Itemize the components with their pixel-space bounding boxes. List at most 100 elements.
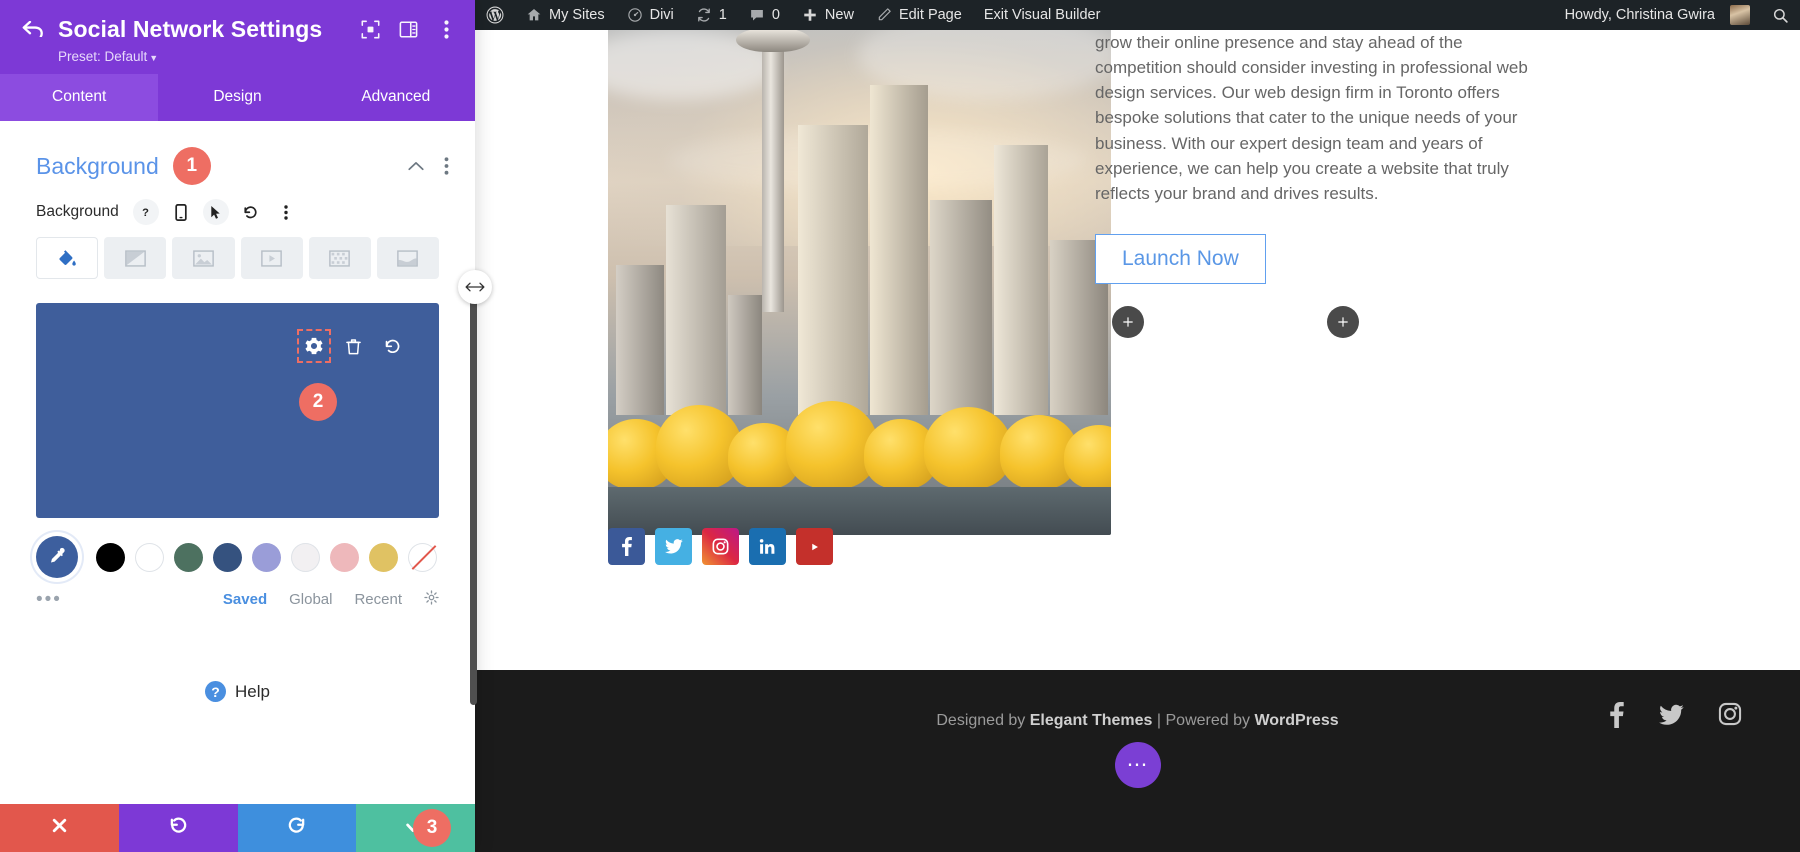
footer-social-row — [1609, 702, 1742, 735]
gear-icon[interactable] — [424, 590, 439, 609]
chevron-down-icon: ▼ — [149, 53, 158, 63]
autumn-tree-row — [608, 384, 1111, 489]
tab-design[interactable]: Design — [158, 74, 316, 121]
delete-trash-icon[interactable] — [342, 335, 364, 357]
launch-now-button[interactable]: Launch Now — [1095, 234, 1266, 284]
facebook-button[interactable] — [608, 528, 645, 565]
adminbar-item-divi[interactable]: Divi — [616, 0, 685, 30]
swatch-transparent[interactable] — [408, 543, 437, 572]
swatch-tab-saved[interactable]: Saved — [223, 591, 267, 608]
pattern-icon[interactable] — [309, 237, 371, 279]
svg-text:?: ? — [142, 207, 149, 219]
avatar — [1730, 5, 1750, 25]
footer-credit-mid: Powered by — [1166, 712, 1255, 729]
layout-columns-icon[interactable] — [397, 18, 419, 40]
dashboard-speedometer-icon — [627, 7, 643, 23]
color-swatch-row — [0, 518, 475, 578]
background-section-header[interactable]: Background 1 — [0, 121, 475, 193]
twitter-button[interactable] — [655, 528, 692, 565]
adminbar-label-updates-count: 1 — [719, 7, 727, 23]
social-follow-row — [608, 528, 833, 565]
preset-selector[interactable]: Preset: Default▼ — [58, 49, 457, 64]
mask-icon[interactable] — [377, 237, 439, 279]
video-icon[interactable] — [241, 237, 303, 279]
adminbar-search-button[interactable] — [1761, 0, 1800, 30]
divi-menu-fab[interactable]: ⋯ — [1115, 742, 1161, 788]
redo-button[interactable] — [238, 804, 357, 852]
building-4 — [798, 125, 868, 415]
swatch-gold[interactable] — [369, 543, 398, 572]
help-label: Help — [235, 682, 270, 702]
add-module-right-button[interactable] — [1327, 306, 1359, 338]
settings-gear-icon[interactable] — [303, 335, 325, 357]
paint-bucket-icon[interactable] — [36, 237, 98, 279]
preset-label: Preset: Default — [58, 49, 147, 64]
tab-advanced[interactable]: Advanced — [317, 74, 475, 121]
horizontal-resize-icon[interactable] — [458, 270, 492, 304]
footer-twitter-icon[interactable] — [1659, 702, 1684, 735]
help-row[interactable]: ? Help — [0, 681, 475, 702]
instagram-button[interactable] — [702, 528, 739, 565]
focus-icon[interactable] — [359, 18, 381, 40]
reset-undo-icon[interactable] — [381, 335, 403, 357]
adminbar-item-exit-visual-builder[interactable]: Exit Visual Builder — [973, 0, 1112, 30]
redo-icon — [287, 816, 306, 841]
plus-icon — [802, 7, 818, 23]
adminbar-account-menu[interactable]: Howdy, Christina Gwira — [1554, 0, 1761, 30]
footer-instagram-icon[interactable] — [1718, 702, 1742, 735]
gradient-icon[interactable] — [104, 237, 166, 279]
swatch-tab-global[interactable]: Global — [289, 591, 332, 608]
adminbar-label-my-sites: My Sites — [549, 7, 605, 23]
eyedropper-active-swatch[interactable] — [36, 536, 78, 578]
adminbar-item-new[interactable]: New — [791, 0, 865, 30]
search-icon — [1772, 7, 1789, 24]
swatch-green[interactable] — [174, 543, 203, 572]
adminbar-item-comments[interactable]: 0 — [738, 0, 791, 30]
youtube-button[interactable] — [796, 528, 833, 565]
section-kebab-menu-icon[interactable] — [444, 157, 449, 175]
panel-resize-track[interactable] — [470, 275, 477, 705]
footer-brand-wordpress[interactable]: WordPress — [1254, 712, 1338, 729]
swatch-tab-recent[interactable]: Recent — [354, 591, 402, 608]
footer-credit-prefix: Designed by — [936, 712, 1029, 729]
cn-tower-pod — [736, 30, 810, 52]
panel-tabs: Content Design Advanced — [0, 74, 475, 121]
footer-facebook-icon[interactable] — [1609, 702, 1625, 735]
building-5 — [870, 85, 928, 415]
tab-content[interactable]: Content — [0, 74, 158, 121]
back-arrow-icon[interactable] — [18, 14, 48, 44]
close-x-icon — [51, 817, 68, 840]
text-column: grow their online presence and stay ahea… — [1095, 30, 1535, 284]
swatch-navy[interactable] — [213, 543, 242, 572]
swatch-black[interactable] — [96, 543, 125, 572]
section-title-background: Background — [36, 153, 159, 180]
more-swatches-dots[interactable]: ••• — [36, 595, 62, 605]
swatch-off-white[interactable] — [291, 543, 320, 572]
field-kebab-menu-icon[interactable] — [273, 199, 299, 225]
kebab-menu-icon[interactable] — [435, 18, 457, 40]
reset-undo-icon[interactable] — [238, 199, 264, 225]
adminbar-label-exit-visual-builder: Exit Visual Builder — [984, 7, 1101, 23]
adminbar-item-edit-page[interactable]: Edit Page — [865, 0, 973, 30]
add-module-left-button[interactable] — [1112, 306, 1144, 338]
linkedin-button[interactable] — [749, 528, 786, 565]
cancel-button[interactable] — [0, 804, 119, 852]
adminbar-item-updates[interactable]: 1 — [685, 0, 738, 30]
pencil-edit-icon — [876, 7, 892, 23]
swatch-periwinkle[interactable] — [252, 543, 281, 572]
image-icon[interactable] — [172, 237, 234, 279]
site-footer: Designed by Elegant Themes | Powered by … — [475, 670, 1800, 852]
undo-button[interactable] — [119, 804, 238, 852]
chevron-up-icon[interactable] — [408, 158, 424, 175]
swatch-pink[interactable] — [330, 543, 359, 572]
footer-brand-elegant-themes[interactable]: Elegant Themes — [1030, 712, 1153, 729]
adminbar-wordpress-logo[interactable] — [475, 0, 515, 30]
background-color-preview[interactable]: 2 — [36, 303, 439, 518]
hover-cursor-icon[interactable] — [203, 199, 229, 225]
adminbar-label-divi: Divi — [650, 7, 674, 23]
swatch-white[interactable] — [135, 543, 164, 572]
adminbar-item-my-sites[interactable]: My Sites — [515, 0, 616, 30]
building-6 — [930, 200, 992, 415]
help-question-icon[interactable]: ? — [133, 199, 159, 225]
responsive-mobile-icon[interactable] — [168, 199, 194, 225]
